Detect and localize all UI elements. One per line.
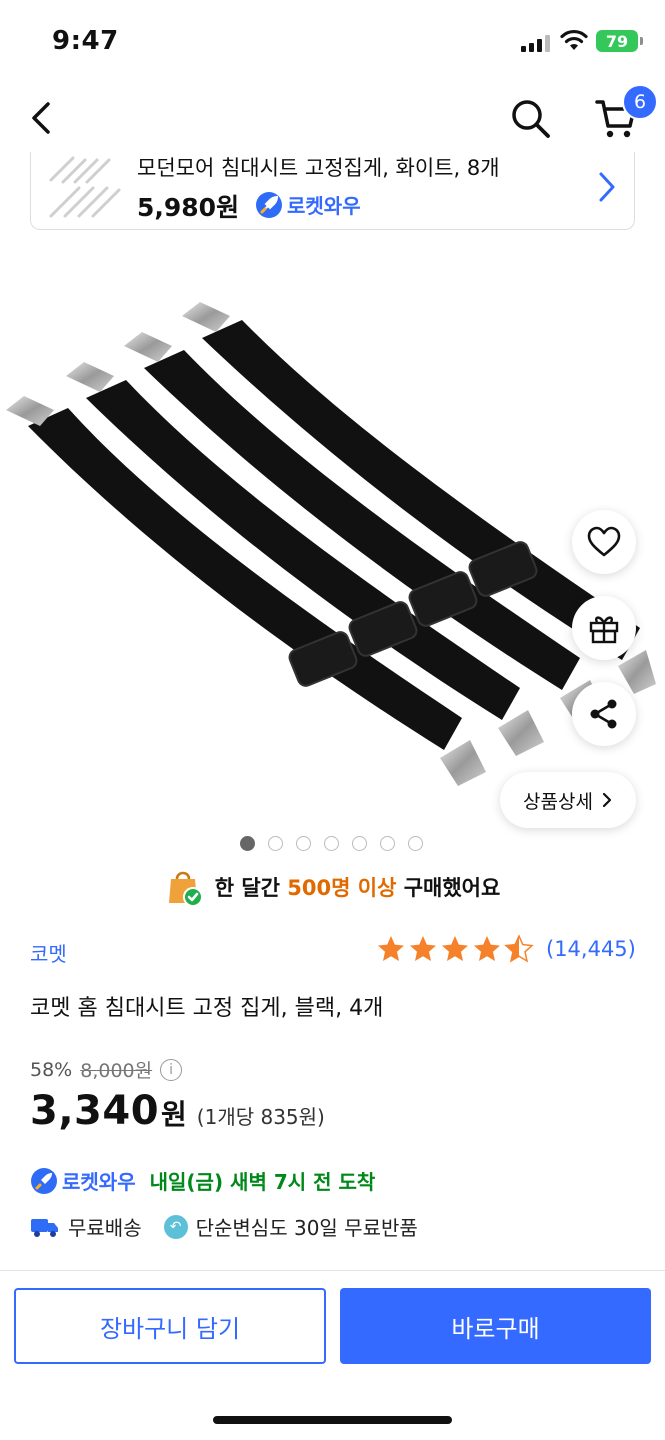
signal-icon bbox=[521, 34, 550, 52]
carousel-dot[interactable] bbox=[380, 836, 395, 851]
purchase-banner-prefix: 한 달간 bbox=[214, 876, 280, 900]
rocket-icon bbox=[31, 1167, 57, 1194]
discount-row: 58% 8,000원 i bbox=[30, 1056, 183, 1083]
price-row: 3,340 원 (1개당 835원) bbox=[30, 1088, 325, 1134]
status-time: 9:47 bbox=[52, 26, 119, 56]
star-rating-icon bbox=[378, 935, 533, 962]
rocket-wow-label: 로켓와우 bbox=[62, 1170, 136, 1194]
review-count[interactable]: (14,445) bbox=[546, 937, 636, 961]
truck-icon bbox=[31, 1218, 58, 1237]
battery-icon: 79 bbox=[596, 30, 643, 52]
carousel-dot[interactable] bbox=[352, 836, 367, 851]
heart-icon bbox=[587, 526, 621, 557]
related-product-title: 모던모어 침대시트 고정집게, 화이트, 8개 bbox=[137, 156, 500, 180]
unit-price: (1개당 835원) bbox=[196, 1105, 325, 1129]
cart-count-badge: 6 bbox=[622, 84, 658, 120]
rocket-icon bbox=[256, 191, 282, 218]
carousel-dot[interactable] bbox=[408, 836, 423, 851]
gift-button[interactable] bbox=[572, 596, 636, 660]
wifi-icon bbox=[560, 29, 588, 50]
purchase-banner-suffix: 구매했어요 bbox=[403, 876, 501, 900]
carousel-dot[interactable] bbox=[268, 836, 283, 851]
divider bbox=[0, 1270, 665, 1271]
shipping-info: 무료배송 ↶ 단순변심도 30일 무료반품 bbox=[30, 1212, 418, 1241]
related-rocket-label: 로켓와우 bbox=[287, 194, 361, 218]
related-product-price: 5,980원 bbox=[137, 193, 240, 222]
carousel-dot[interactable] bbox=[240, 836, 255, 851]
battery-level: 79 bbox=[605, 31, 629, 51]
delivery-eta-prefix: 내일(금) 새벽 bbox=[149, 1170, 267, 1194]
price-currency: 원 bbox=[161, 1098, 187, 1131]
shopping-bag-icon bbox=[168, 871, 203, 907]
chevron-right-icon[interactable] bbox=[596, 170, 618, 204]
wishlist-button[interactable] bbox=[572, 510, 636, 574]
free-shipping-label: 무료배송 bbox=[68, 1216, 142, 1240]
rating[interactable]: (14,445) bbox=[376, 934, 636, 964]
info-icon[interactable]: i bbox=[160, 1058, 183, 1081]
carousel-dot[interactable] bbox=[324, 836, 339, 851]
delivery-eta: 내일(금) 새벽 7시 전 도착 bbox=[150, 1166, 376, 1195]
carousel-dots bbox=[240, 836, 423, 851]
product-detail-button[interactable]: 상품상세 bbox=[500, 772, 636, 828]
home-indicator bbox=[213, 1416, 452, 1424]
top-nav bbox=[0, 80, 665, 155]
delivery-eta-suffix: 시 전 도착 bbox=[287, 1170, 376, 1194]
buy-now-button[interactable]: 바로구매 bbox=[340, 1288, 651, 1364]
purchase-count-banner: 한 달간 500명 이상 구매했어요 bbox=[0, 866, 665, 908]
back-icon[interactable] bbox=[24, 98, 60, 138]
share-icon bbox=[590, 699, 617, 729]
brand-link[interactable]: 코멧 bbox=[30, 938, 67, 967]
original-price: 8,000원 bbox=[80, 1060, 153, 1082]
product-detail-label: 상품상세 bbox=[523, 790, 593, 813]
delivery-eta-hour: 7 bbox=[273, 1170, 288, 1194]
related-rocket-badge: 로켓와우 bbox=[255, 190, 361, 219]
discount-rate: 58% bbox=[30, 1058, 73, 1081]
related-product-card[interactable]: 모던모어 침대시트 고정집게, 화이트, 8개 5,980원 로켓와우 bbox=[30, 152, 635, 230]
chevron-right-icon bbox=[602, 792, 612, 808]
carousel-dot[interactable] bbox=[296, 836, 311, 851]
related-product-thumbnail bbox=[49, 156, 121, 218]
sale-price: 3,340 bbox=[30, 1088, 160, 1134]
product-title: 코멧 홈 침대시트 고정 집게, 블랙, 4개 bbox=[30, 996, 384, 1021]
status-bar: 9:47 79 bbox=[0, 0, 665, 80]
search-icon[interactable] bbox=[508, 96, 552, 140]
free-return-label: 단순변심도 30일 무료반품 bbox=[195, 1216, 418, 1240]
product-image[interactable] bbox=[0, 280, 665, 820]
purchase-banner-highlight: 500명 이상 bbox=[287, 876, 397, 900]
gift-icon bbox=[589, 616, 619, 644]
delivery-info: 로켓와우 내일(금) 새벽 7시 전 도착 bbox=[30, 1166, 375, 1195]
share-button[interactable] bbox=[572, 682, 636, 746]
add-to-cart-button[interactable]: 장바구니 담기 bbox=[14, 1288, 326, 1364]
return-icon: ↶ bbox=[163, 1214, 188, 1239]
